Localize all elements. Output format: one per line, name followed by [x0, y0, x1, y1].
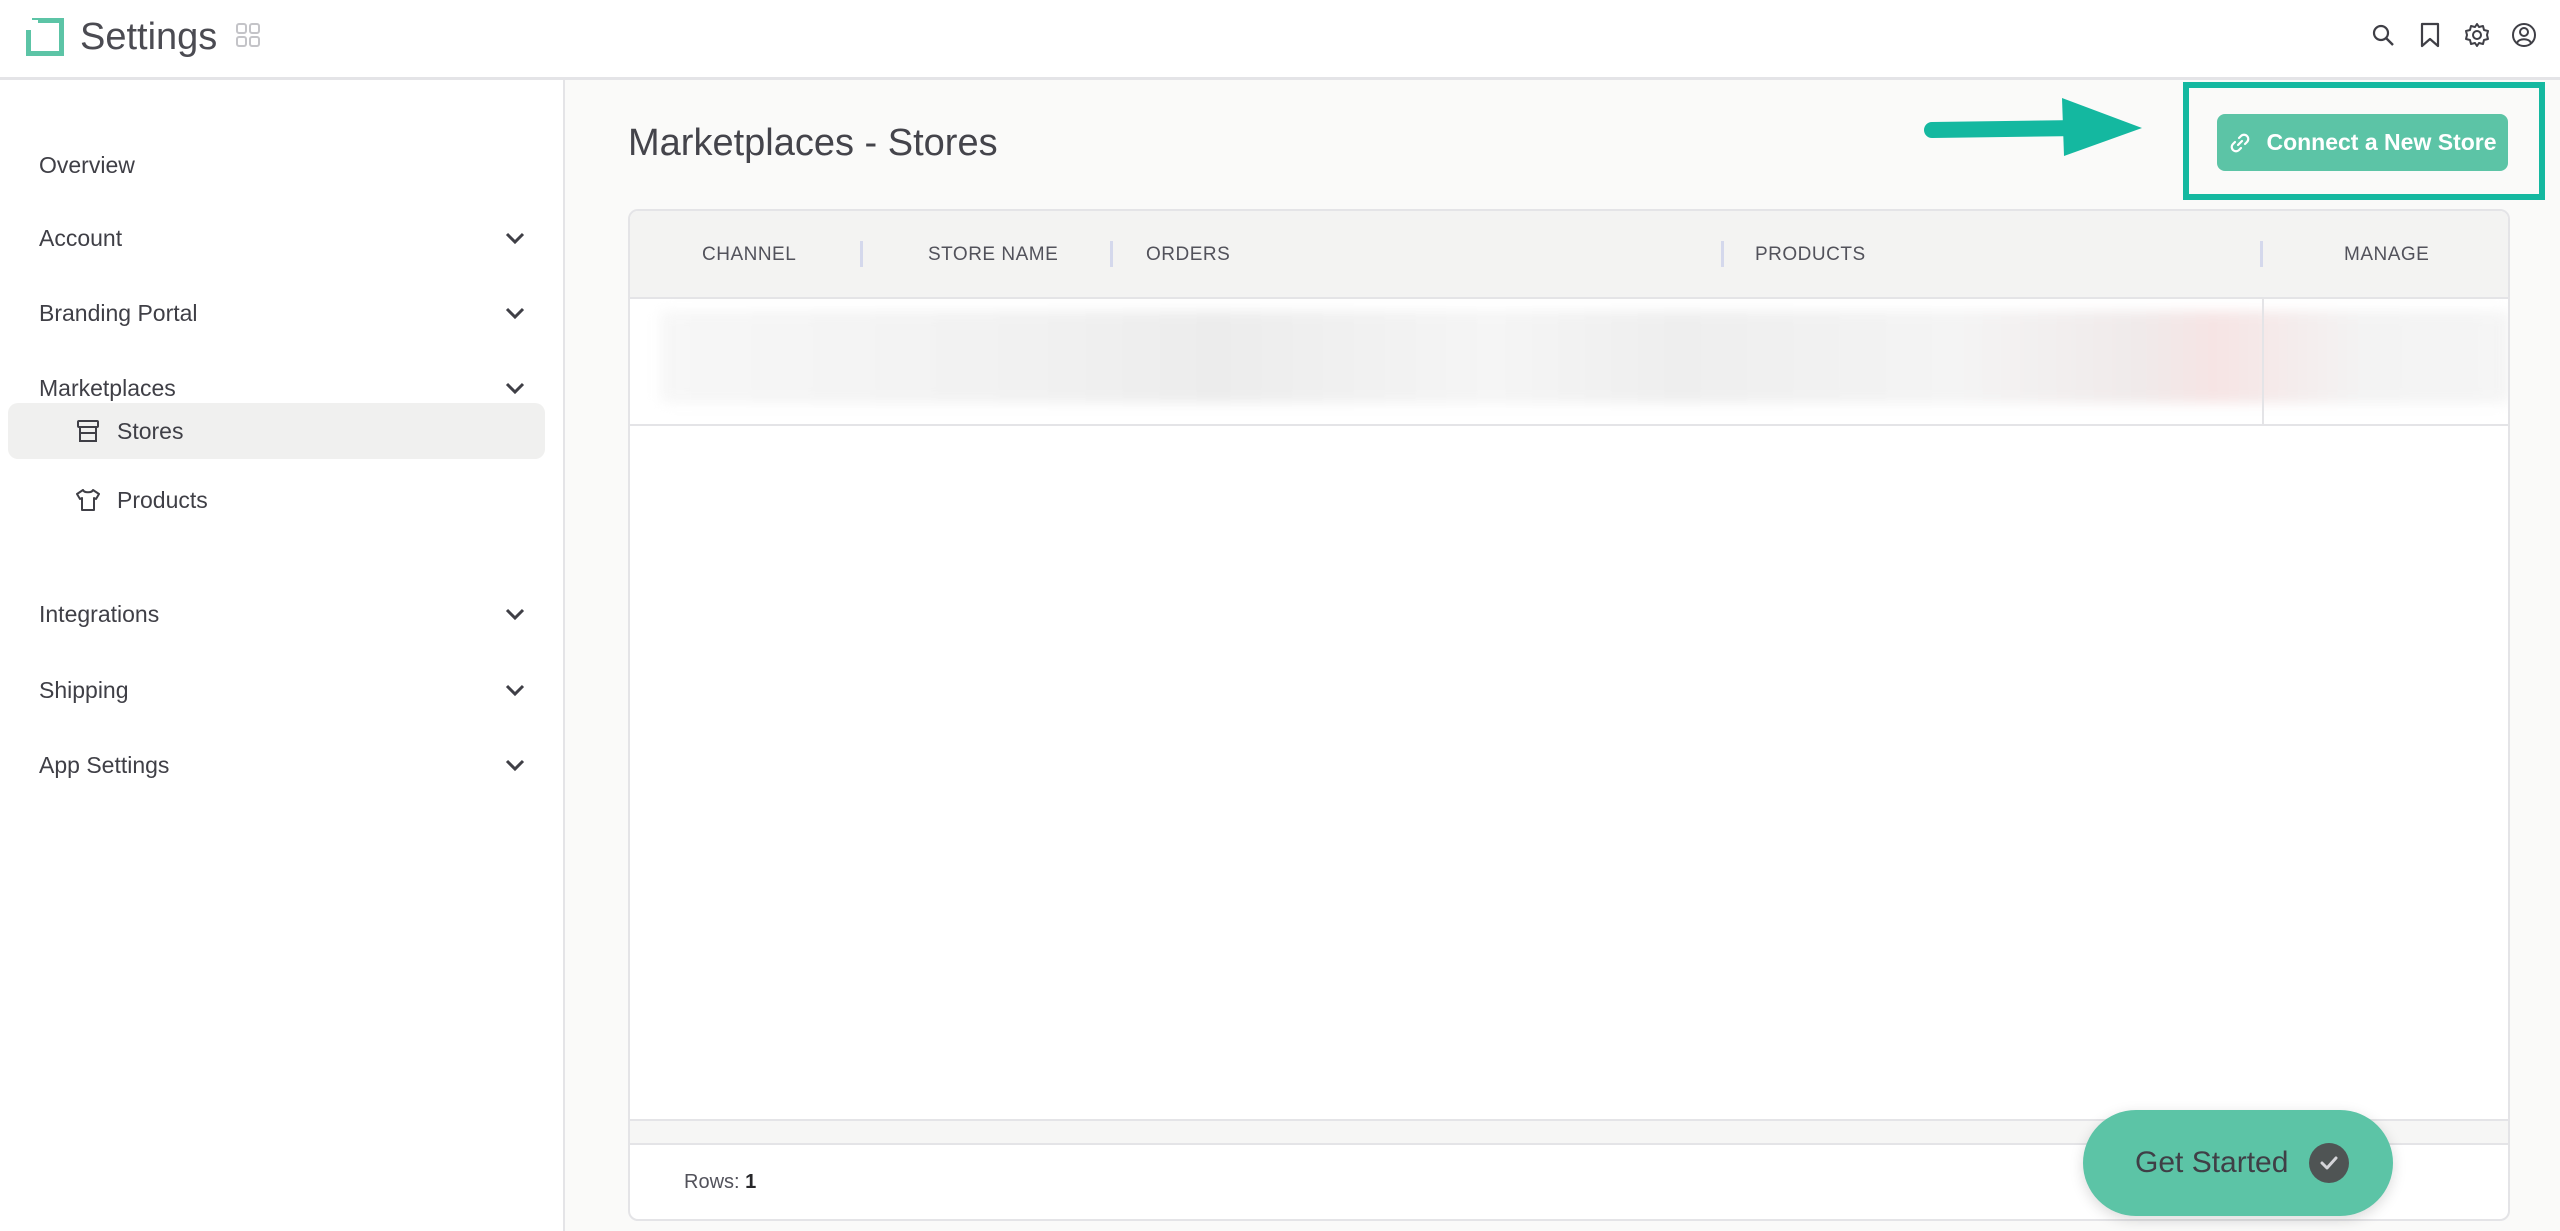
apps-grid-icon[interactable]	[236, 23, 260, 47]
sidebar-item-label: Marketplaces	[39, 374, 176, 401]
bookmark-icon[interactable]	[2415, 20, 2445, 50]
get-started-button[interactable]: Get Started	[2083, 1110, 2393, 1216]
column-header-channel[interactable]: CHANNEL	[702, 211, 796, 299]
column-header-store-name[interactable]: STORE NAME	[928, 211, 1058, 299]
gear-icon[interactable]	[2462, 20, 2492, 50]
rows-count-value: 1	[745, 1171, 757, 1193]
chevron-down-icon	[505, 307, 525, 320]
rows-count-label: Rows:	[684, 1171, 746, 1193]
table-row[interactable]	[660, 311, 2508, 403]
sidebar-item-label: Branding Portal	[39, 299, 198, 326]
column-header-orders[interactable]: ORDERS	[1146, 211, 1230, 299]
sidebar-item-integrations[interactable]: Integrations	[0, 584, 565, 644]
chevron-down-icon	[505, 608, 525, 621]
table-header: CHANNEL STORE NAME ORDERS PRODUCTS MANAG…	[630, 211, 2508, 299]
sidebar-item-products[interactable]: Products	[8, 472, 545, 528]
chevron-down-icon	[505, 684, 525, 697]
app-logo-icon[interactable]	[26, 18, 64, 56]
sidebar-item-overview[interactable]: Overview	[0, 135, 565, 195]
page-title: Marketplaces - Stores	[628, 122, 998, 164]
column-resize-handle[interactable]	[1721, 241, 1724, 267]
chevron-down-icon	[505, 759, 525, 772]
column-resize-handle[interactable]	[2260, 241, 2263, 267]
stores-table: CHANNEL STORE NAME ORDERS PRODUCTS MANAG…	[628, 209, 2510, 1221]
row-divider	[630, 424, 2508, 426]
sidebar-item-label: Account	[39, 224, 123, 251]
column-resize-handle[interactable]	[860, 241, 863, 267]
rows-count: Rows: 1	[684, 1171, 756, 1194]
sidebar-item-shipping[interactable]: Shipping	[0, 660, 565, 720]
chevron-down-icon	[505, 382, 525, 395]
get-started-label: Get Started	[2135, 1146, 2289, 1179]
arrow-right-icon	[1924, 98, 2142, 156]
check-icon	[2309, 1143, 2349, 1183]
user-circle-icon[interactable]	[2509, 20, 2539, 50]
sidebar-item-account[interactable]: Account	[0, 208, 565, 268]
column-divider	[2262, 299, 2264, 424]
column-header-products[interactable]: PRODUCTS	[1755, 211, 1866, 299]
sidebar-item-branding-portal[interactable]: Branding Portal	[0, 283, 565, 343]
top-bar: Settings	[0, 0, 2560, 80]
sidebar-item-label: Products	[117, 486, 208, 513]
column-resize-handle[interactable]	[1110, 241, 1113, 267]
link-icon	[2231, 133, 2250, 152]
connect-new-store-label: Connect a New Store	[2266, 129, 2497, 155]
sidebar: Overview Account Branding Portal Marketp…	[0, 80, 565, 1231]
search-icon[interactable]	[2368, 20, 2398, 50]
column-header-manage[interactable]: MANAGE	[2344, 211, 2429, 299]
sidebar-item-label: Overview	[39, 151, 135, 178]
store-icon	[77, 420, 99, 442]
sidebar-item-stores[interactable]: Stores	[8, 403, 545, 459]
sidebar-item-label: Integrations	[39, 600, 160, 627]
sidebar-item-label: Stores	[117, 417, 184, 444]
chevron-down-icon	[505, 232, 525, 245]
sidebar-item-app-settings[interactable]: App Settings	[0, 735, 565, 795]
sidebar-item-label: App Settings	[39, 751, 170, 778]
shirt-icon	[76, 489, 100, 511]
connect-new-store-button[interactable]: Connect a New Store	[2217, 114, 2508, 171]
sidebar-item-label: Shipping	[39, 676, 129, 703]
app-title: Settings	[80, 16, 218, 58]
